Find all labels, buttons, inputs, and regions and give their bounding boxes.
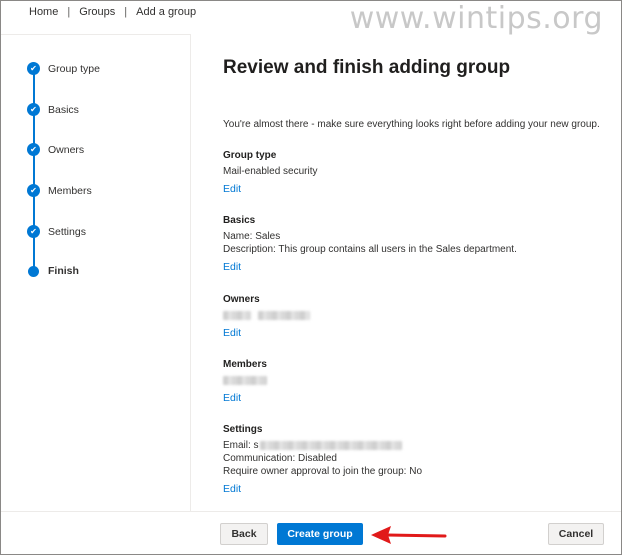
edit-settings-link[interactable]: Edit: [223, 483, 241, 495]
checkmark-icon: ✔: [27, 184, 40, 197]
group-type-value: Mail-enabled security: [223, 166, 318, 177]
redacted-text: [223, 375, 267, 385]
breadcrumb-separator: |: [124, 6, 128, 18]
section-title: Members: [223, 359, 267, 370]
breadcrumb-add-group: Add a group: [136, 6, 197, 18]
red-arrow-icon: [371, 526, 447, 544]
step-owners[interactable]: ✔ Owners: [27, 143, 84, 156]
section-owners: Owners Edit: [223, 294, 310, 339]
settings-approval: Require owner approval to join the group…: [223, 466, 423, 477]
edit-owners-link[interactable]: Edit: [223, 327, 241, 339]
back-button[interactable]: Back: [220, 523, 268, 545]
step-members[interactable]: ✔ Members: [27, 184, 92, 197]
breadcrumb-groups[interactable]: Groups: [79, 6, 115, 18]
checkmark-icon: ✔: [27, 103, 40, 116]
review-main: Review and finish adding group: [223, 57, 613, 79]
basics-name: Name: Sales: [223, 231, 281, 242]
step-label: Basics: [48, 103, 79, 116]
breadcrumb-separator: |: [67, 6, 71, 18]
section-basics: Basics Name: Sales Description: This gro…: [223, 215, 517, 273]
step-label: Finish: [48, 265, 79, 277]
settings-email-label: Email: s: [223, 440, 259, 451]
create-group-button[interactable]: Create group: [277, 523, 363, 545]
owners-redacted: [223, 309, 310, 322]
wizard-steps-panel: ✔ Group type ✔ Basics ✔ Owners ✔ Members…: [1, 34, 191, 511]
checkmark-icon: ✔: [27, 62, 40, 75]
redacted-text: [223, 310, 251, 320]
section-title: Owners: [223, 294, 260, 305]
settings-email: Email: s: [223, 439, 422, 452]
redacted-text: [259, 440, 402, 450]
basics-description: Description: This group contains all use…: [223, 244, 517, 255]
edit-group-type-link[interactable]: Edit: [223, 183, 241, 195]
breadcrumb: Home | Groups | Add a group: [29, 6, 196, 18]
step-label: Settings: [48, 225, 86, 238]
section-title: Settings: [223, 424, 263, 435]
step-group-type[interactable]: ✔ Group type: [27, 62, 100, 75]
intro-text: You're almost there - make sure everythi…: [223, 119, 600, 130]
wizard-footer: Back Create group Cancel: [1, 511, 621, 554]
checkmark-icon: ✔: [27, 225, 40, 238]
current-step-dot-icon: [28, 265, 39, 277]
section-title: Basics: [223, 215, 256, 226]
section-members: Members Edit: [223, 359, 267, 404]
step-progress-line: [33, 69, 35, 269]
step-label: Group type: [48, 62, 100, 75]
section-settings: Settings Email: s Communication: Disable…: [223, 424, 422, 495]
edit-basics-link[interactable]: Edit: [223, 261, 241, 273]
page-title: Review and finish adding group: [223, 57, 511, 78]
step-settings[interactable]: ✔ Settings: [27, 225, 86, 238]
step-finish: Finish: [27, 265, 79, 277]
watermark: www.wintips.org: [349, 1, 603, 36]
members-redacted: [223, 374, 267, 387]
redacted-text: [257, 310, 310, 320]
checkmark-icon: ✔: [27, 143, 40, 156]
step-label: Members: [48, 184, 92, 197]
step-basics[interactable]: ✔ Basics: [27, 103, 79, 116]
step-label: Owners: [48, 143, 85, 156]
breadcrumb-home[interactable]: Home: [29, 6, 58, 18]
section-group-type: Group type Mail-enabled security Edit: [223, 150, 318, 195]
section-title: Group type: [223, 150, 277, 161]
edit-members-link[interactable]: Edit: [223, 392, 241, 404]
cancel-button[interactable]: Cancel: [548, 523, 604, 545]
settings-communication: Communication: Disabled: [223, 453, 337, 464]
